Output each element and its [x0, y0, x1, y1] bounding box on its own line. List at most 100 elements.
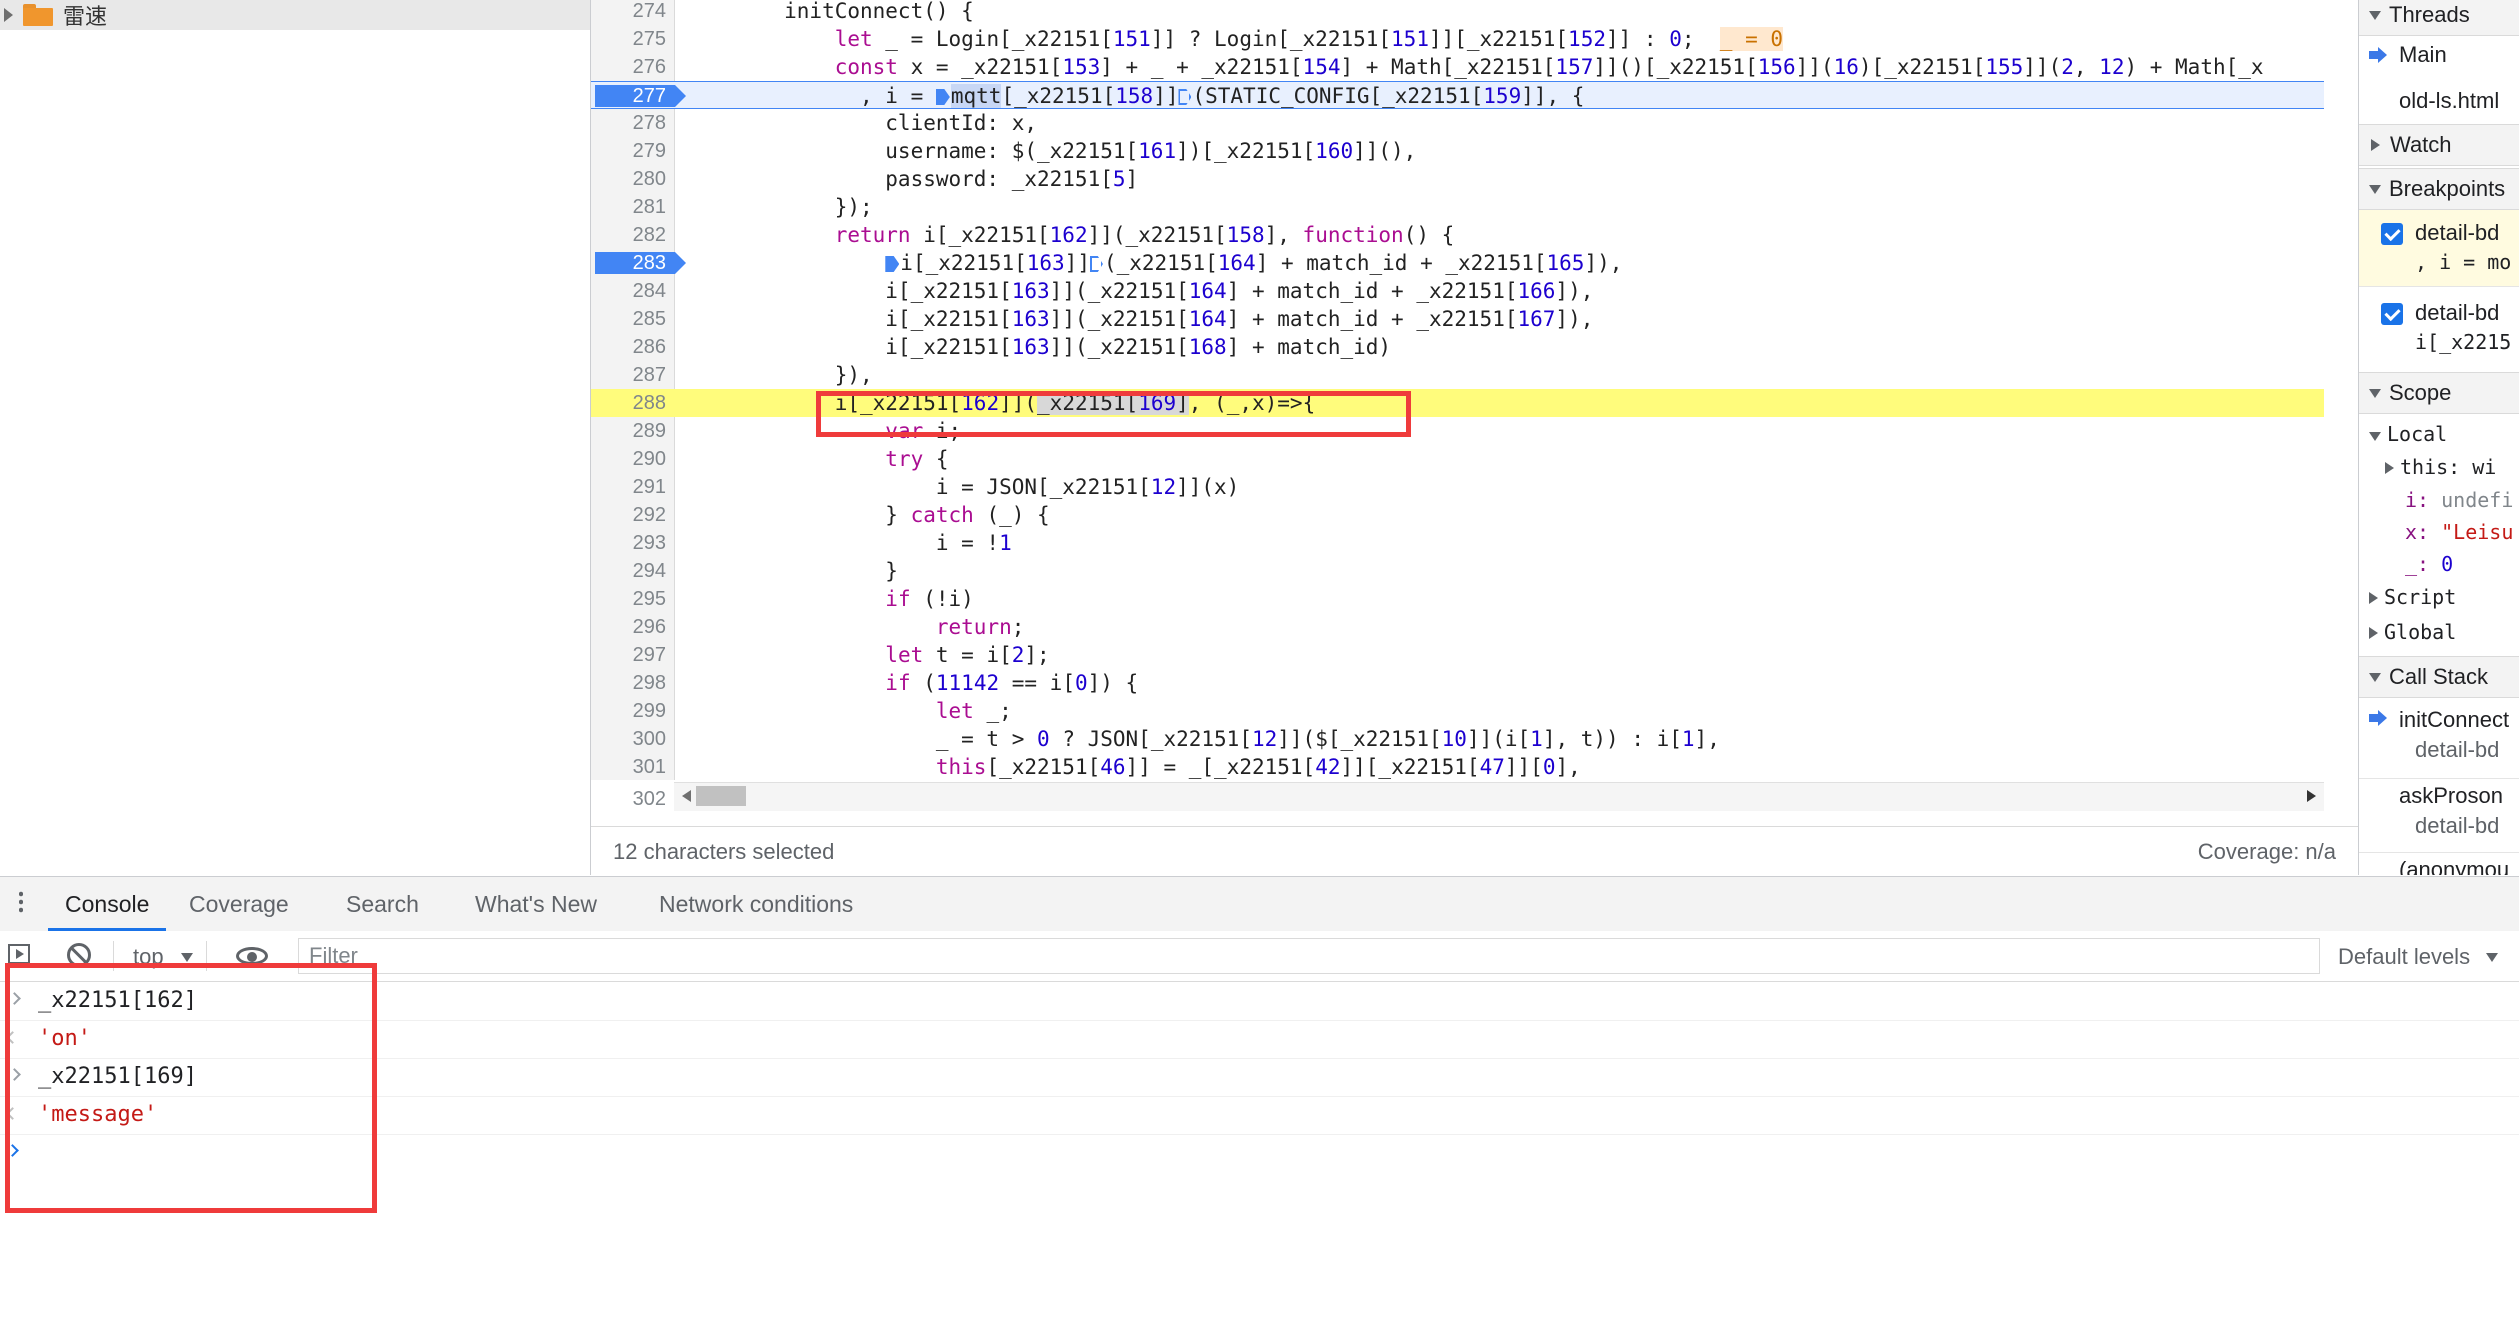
call-frame-active[interactable]: initConnect detail-bd — [2359, 703, 2519, 775]
call-stack-section-header[interactable]: Call Stack — [2359, 656, 2519, 698]
code-line[interactable]: 299 let _; — [591, 697, 2324, 725]
expand-arrow-icon — [2385, 462, 2394, 474]
code-line[interactable]: 282 return i[_x22151[162]](_x22151[158],… — [591, 221, 2324, 249]
scope-global[interactable]: Global — [2359, 620, 2519, 644]
code-line[interactable]: 301 this[_x22151[46]] = _[_x22151[42]][_… — [591, 753, 2324, 781]
console-prompt[interactable] — [0, 1134, 2519, 1172]
breakpoint-checkbox[interactable] — [2381, 223, 2403, 245]
collapse-arrow-icon — [2369, 10, 2381, 20]
tab-search[interactable]: Search — [346, 891, 419, 918]
code-line[interactable]: 274 initConnect() { — [591, 0, 2324, 25]
collapse-arrow-icon — [2369, 432, 2381, 441]
tab-whats-new[interactable]: What's New — [475, 891, 597, 918]
expand-arrow-icon — [2371, 139, 2380, 151]
drawer-tab-bar: Console Coverage Search What's New Netwo… — [0, 876, 2519, 932]
result-chevron-icon — [6, 1031, 19, 1044]
more-options-icon[interactable] — [19, 890, 23, 914]
folder-label: 雷速 — [63, 4, 108, 29]
scope-this[interactable]: this: wi — [2359, 455, 2519, 479]
expand-arrow-icon[interactable] — [4, 8, 13, 22]
expand-arrow-icon — [2369, 592, 2378, 604]
code-line[interactable]: 289 var i; — [591, 417, 2324, 445]
collapse-arrow-icon — [2369, 184, 2381, 194]
breakpoint-item-active[interactable]: detail-bd , i = mo — [2359, 210, 2519, 287]
scope-local[interactable]: Local — [2359, 422, 2519, 446]
file-tree-pane: 雷速 — [0, 0, 591, 875]
code-line[interactable]: 293 i = !1 — [591, 529, 2324, 557]
scope-var-underscore[interactable]: _: 0 — [2405, 552, 2519, 576]
scroll-left-icon[interactable] — [682, 790, 691, 802]
toolbar-divider — [206, 941, 207, 971]
current-thread-arrow-icon — [2369, 47, 2387, 63]
current-frame-arrow-icon — [2369, 710, 2387, 726]
tab-console[interactable]: Console — [65, 891, 149, 918]
tab-coverage[interactable]: Coverage — [189, 891, 289, 918]
dropdown-caret-icon[interactable] — [2486, 953, 2498, 962]
horizontal-scroll-thumb[interactable] — [696, 786, 746, 806]
console-result-line[interactable]: 'on' — [0, 1020, 2519, 1059]
console-result-line[interactable]: 'message' — [0, 1096, 2519, 1135]
code-line[interactable]: 279 username: $(_x22151[161])[_x22151[16… — [591, 137, 2324, 165]
filter-input[interactable]: Filter — [298, 938, 2320, 974]
tab-network-conditions[interactable]: Network conditions — [659, 891, 853, 918]
code-line[interactable]: 294 } — [591, 557, 2324, 585]
code-line[interactable]: 290 try { — [591, 445, 2324, 473]
toolbar-divider — [113, 941, 114, 971]
scope-var-i[interactable]: i: undefi — [2405, 488, 2519, 512]
inline-breakpoint-icon — [1089, 256, 1103, 272]
tree-row-folder[interactable]: 雷速 — [0, 0, 590, 30]
scope-script[interactable]: Script — [2359, 585, 2519, 609]
debugger-sidebar: Threads Main old-ls.html Watch Breakpoin… — [2358, 0, 2519, 875]
code-line[interactable]: 285 i[_x22151[163]](_x22151[164] + match… — [591, 305, 2324, 333]
code-line[interactable]: 275 let _ = Login[_x22151[151]] ? Login[… — [591, 25, 2324, 53]
code-line[interactable]: 284 i[_x22151[163]](_x22151[164] + match… — [591, 277, 2324, 305]
selection-status: 12 characters selected — [613, 839, 835, 864]
folder-icon — [23, 4, 53, 26]
code-line[interactable]: 287 }), — [591, 361, 2324, 389]
breakpoint-checkbox[interactable] — [2381, 303, 2403, 325]
code-line-selected[interactable]: 277 , i = mqtt[_x22151[158]] (STATIC_CONF… — [591, 81, 2324, 109]
code-line[interactable]: 281 }); — [591, 193, 2324, 221]
code-line-paused[interactable]: 288 i[_x22151[162]](_x22151[169], (_,x)=… — [591, 389, 2324, 417]
code-line[interactable]: 286 i[_x22151[163]](_x22151[168] + match… — [591, 333, 2324, 361]
code-line[interactable]: 276 const x = _x22151[153] + _ + _x22151… — [591, 53, 2324, 81]
code-line[interactable]: 300 _ = t > 0 ? JSON[_x22151[12]]($[_x22… — [591, 725, 2324, 753]
coverage-status: Coverage: n/a — [2197, 839, 2336, 864]
scroll-right-icon[interactable] — [2307, 790, 2316, 802]
scope-var-x[interactable]: x: "Leisu — [2405, 520, 2519, 544]
code-line[interactable]: 291 i = JSON[_x22151[12]](x) — [591, 473, 2324, 501]
breakpoints-section-header[interactable]: Breakpoints — [2359, 168, 2519, 210]
code-line[interactable]: 280 password: _x22151[5] — [591, 165, 2324, 193]
horizontal-scrollbar[interactable] — [674, 782, 2324, 811]
collapse-arrow-icon — [2369, 672, 2381, 682]
console-output[interactable]: _x22151[162] 'on' _x22151[169] 'message' — [0, 982, 2519, 1317]
context-selector[interactable]: top — [133, 944, 164, 970]
scope-section-header[interactable]: Scope — [2359, 372, 2519, 414]
code-line[interactable]: 298 if (11142 == i[0]) { — [591, 669, 2324, 697]
log-levels-dropdown[interactable]: Default levels — [2338, 944, 2470, 970]
editor-status-bar: 12 characters selected Coverage: n/a — [591, 826, 2358, 876]
code-line[interactable]: 296 return; — [591, 613, 2324, 641]
collapse-arrow-icon — [2369, 388, 2381, 398]
expand-arrow-icon — [2369, 627, 2378, 639]
code-line[interactable]: 283 i[_x22151[163]] (_x22151[164] + match… — [591, 249, 2324, 277]
result-chevron-icon — [6, 1107, 19, 1120]
code-line[interactable]: 297 let t = i[2]; — [591, 641, 2324, 669]
dropdown-caret-icon[interactable] — [181, 953, 193, 962]
call-frame[interactable]: (anonymou — [2359, 852, 2519, 875]
prompt-chevron-icon — [6, 1144, 19, 1157]
watch-section-header[interactable]: Watch — [2359, 124, 2519, 166]
code-line[interactable]: 278 clientId: x, — [591, 109, 2324, 137]
call-frame[interactable]: askProson detail-bd — [2359, 778, 2519, 851]
inline-breakpoint-icon — [935, 89, 950, 105]
threads-section-header[interactable]: Threads — [2359, 0, 2519, 36]
play-icon — [16, 949, 24, 959]
console-input-line[interactable]: _x22151[162] — [0, 982, 2519, 1021]
code-line[interactable]: 295 if (!i) — [591, 585, 2324, 613]
eye-pupil — [247, 952, 257, 962]
inline-breakpoint-icon — [1178, 89, 1192, 105]
source-editor[interactable]: 274 initConnect() { 275 let _ = Login[_x… — [591, 0, 2324, 826]
code-line[interactable]: 292 } catch (_) { — [591, 501, 2324, 529]
breakpoint-item[interactable]: detail-bd i[_x2215 — [2359, 290, 2519, 366]
console-input-line[interactable]: _x22151[169] — [0, 1058, 2519, 1097]
